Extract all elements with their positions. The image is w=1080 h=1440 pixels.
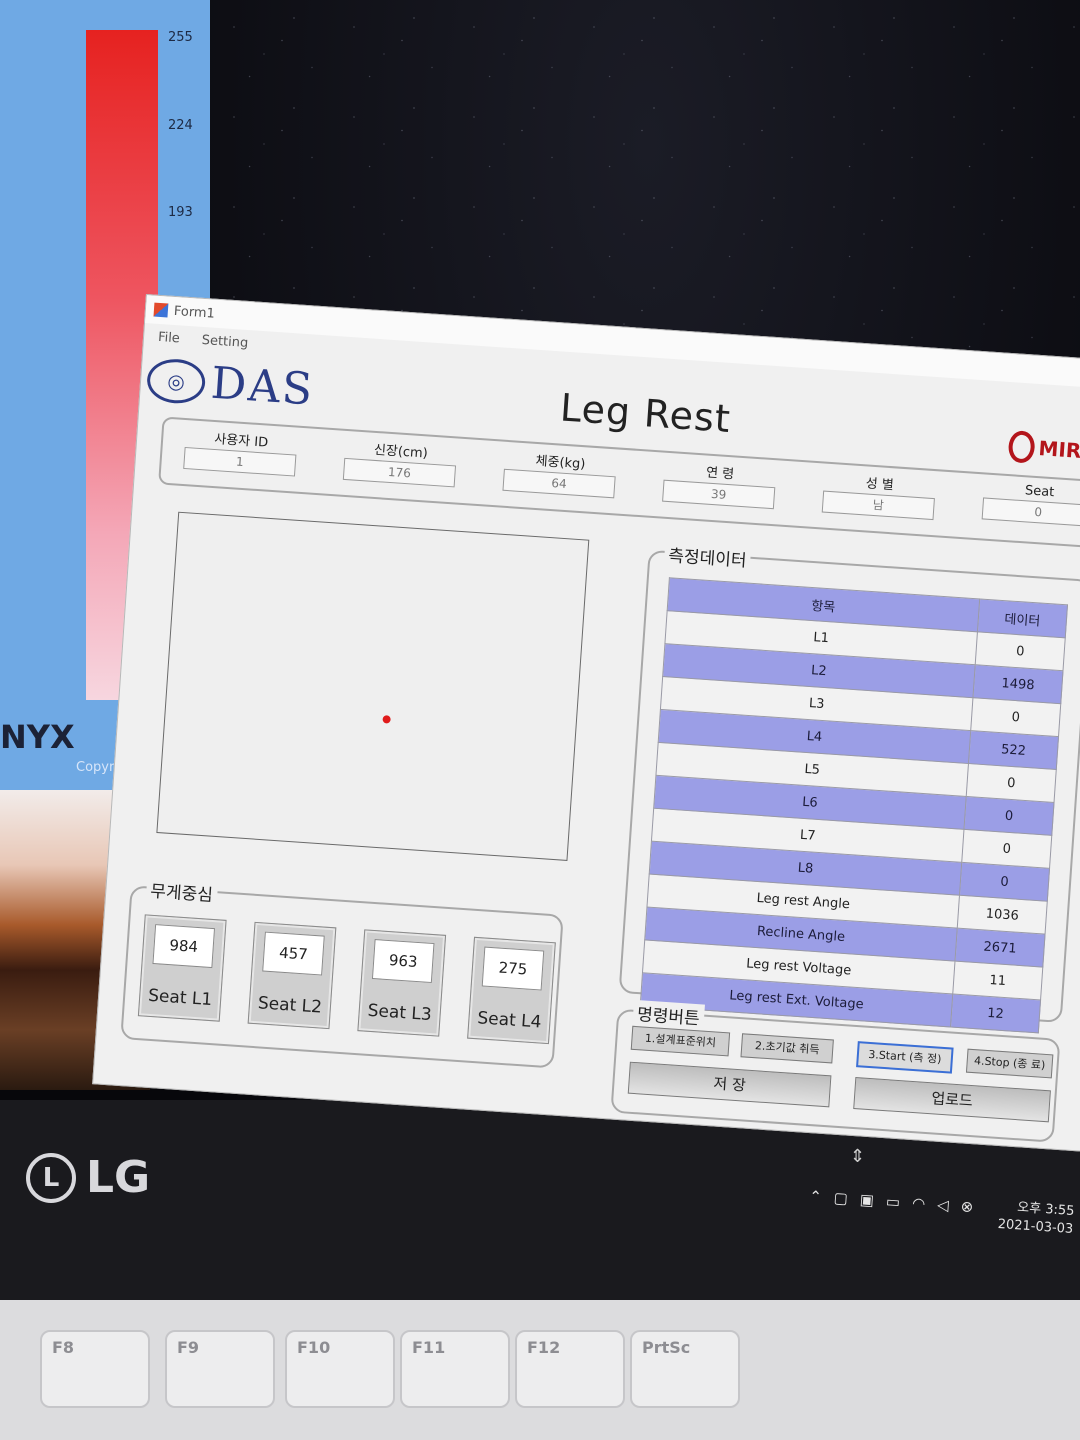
age-field: 연 령 39 [662,459,777,510]
weight-field: 체중(kg) 64 [502,448,617,499]
brand-text: LG [86,1152,151,1203]
seat-card-l1: 984 Seat L1 [137,914,227,1022]
lg-circle-icon: L [26,1152,76,1203]
seat-l4-value: 275 [481,946,545,991]
heat-tick: 255 [168,30,193,45]
wifi-icon[interactable]: ◠ [912,1194,926,1213]
seat-l2-label: Seat L2 [257,993,323,1018]
desktop-wallpaper [210,0,1080,360]
partner-logo-text: MIR [1037,436,1080,463]
key-f12: F12 [515,1330,625,1408]
resize-cursor-icon: ⇕ [850,1146,866,1167]
design-position-button[interactable]: 1.설계표준위치 [630,1025,731,1057]
key-f8: F8 [40,1330,150,1408]
seat-l1-label: Seat L1 [147,985,213,1011]
disc-icon: ◎ [145,356,207,405]
start-button[interactable]: 3.Start (측 정) [856,1041,954,1074]
stop-button[interactable]: 4.Stop (종 료) [965,1048,1054,1079]
battery-icon[interactable]: ▭ [885,1192,900,1211]
key-f10: F10 [285,1330,395,1408]
page-title: Leg Rest [558,385,733,442]
seat-l2-value: 457 [262,931,325,976]
partner-logo-icon [1007,430,1036,464]
weight-center-title: 무게중심 [145,876,218,907]
chevron-up-icon[interactable]: ⌃ [809,1187,823,1206]
save-button[interactable]: 저 장 [627,1061,832,1108]
seat-l4-label: Seat L4 [476,1008,543,1033]
upload-button[interactable]: 업로드 [853,1077,1051,1123]
initial-value-button[interactable]: 2.초기값 취득 [740,1033,834,1064]
seat-card-l3: 963 Seat L3 [357,929,447,1037]
heat-tick: 224 [168,118,193,133]
row-data: 12 [950,993,1041,1033]
partner-logo: MIR [1007,430,1080,467]
menu-setting[interactable]: Setting [201,332,248,350]
clock-date: 2021-03-03 [997,1216,1074,1237]
app-icon [153,302,169,318]
window-title: Form1 [173,303,216,322]
menu-file[interactable]: File [158,329,181,345]
app-window: Form1 File Setting ◎ DAS Leg Rest MIR 사용… [92,294,1080,1152]
side-app-label: NYX [0,718,75,756]
key-f11: F11 [400,1330,510,1408]
close-circle-icon[interactable]: ⊗ [960,1197,974,1216]
command-title: 명령버튼 [632,999,705,1030]
camera-icon[interactable]: ▢ [833,1189,848,1208]
taskbar-clock[interactable]: 오후 3:55 2021-03-03 [997,1198,1075,1239]
height-field: 신장(cm) 176 [342,437,458,488]
das-logo: ◎ DAS [145,353,316,416]
measurement-table: 항목 데이터 L1 0 L2 1498 L3 0 L4 522 L5 0 L6 0 L7 0 … [640,577,1068,1033]
gender-field: 성 별 남 [821,470,937,521]
brand-logo: L LG [26,1152,150,1203]
display-icon[interactable]: ▣ [859,1190,874,1209]
center-of-weight-dot [382,715,392,724]
user-id-field: 사용자 ID 1 [183,426,298,477]
seat-field: Seat 0 [981,480,1080,527]
weight-center-group: 무게중심 984 Seat L1 457 Seat L2 963 Seat L3… [120,876,564,1069]
key-prtsc: PrtSc [630,1330,740,1408]
key-f9: F9 [165,1330,275,1408]
seat-l3-label: Seat L3 [367,1000,433,1026]
measurement-group: 측정데이터 항목 데이터 L1 0 L2 1498 L3 0 L4 522 L5 0 L6… [618,540,1080,1033]
seat-l3-value: 963 [371,939,435,984]
measurement-title: 측정데이터 [663,540,752,572]
seat-l1-value: 984 [152,924,216,969]
seat-input[interactable]: 0 [981,497,1080,527]
pressure-plot [156,511,590,861]
das-logo-text: DAS [209,357,316,416]
seat-card-l4: 275 Seat L4 [467,936,556,1045]
seat-card-l2: 457 Seat L2 [247,921,337,1030]
heat-tick: 193 [168,205,193,220]
volume-icon[interactable]: ◁ [937,1196,950,1215]
seat-cards: 984 Seat L1 457 Seat L2 963 Seat L3 275 … [137,914,556,1045]
